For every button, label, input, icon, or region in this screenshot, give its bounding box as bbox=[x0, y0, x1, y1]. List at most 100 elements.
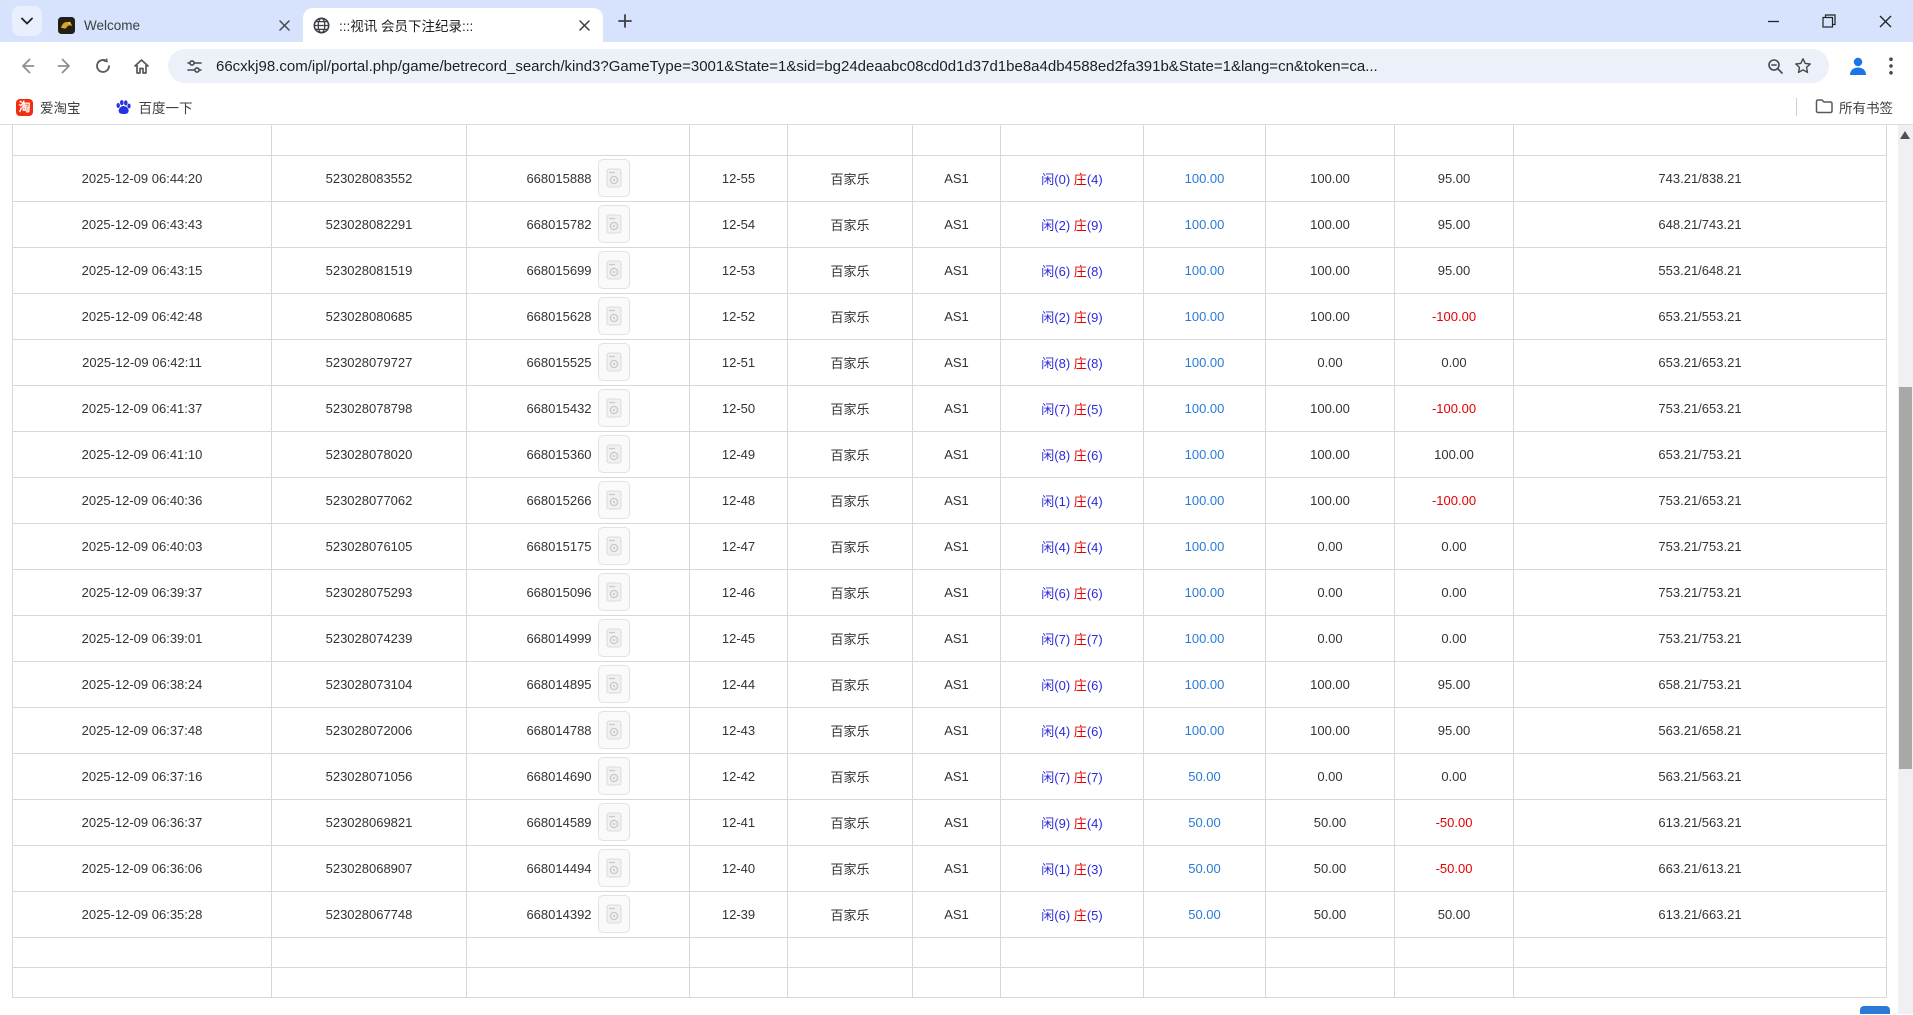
video-replay-icon[interactable] bbox=[598, 573, 630, 611]
bet-amount[interactable]: 50.00 bbox=[1144, 753, 1266, 799]
bet-amount[interactable]: 100.00 bbox=[1144, 247, 1266, 293]
restore-button[interactable] bbox=[1801, 0, 1857, 42]
bet-amount[interactable]: 100.00 bbox=[1144, 431, 1266, 477]
table-name: AS1 bbox=[913, 155, 1001, 201]
table-row: 2025-12-09 06:43:43 523028082291 6680157… bbox=[13, 201, 1887, 247]
tab-title: Welcome bbox=[84, 18, 267, 33]
round-no-cell: 668014999 bbox=[467, 615, 690, 661]
bet-amount[interactable]: 50.00 bbox=[1144, 891, 1266, 937]
url-text[interactable]: 66cxkj98.com/ipl/portal.php/game/betreco… bbox=[216, 58, 1753, 75]
tab-search-button[interactable] bbox=[12, 6, 42, 36]
table-name: AS1 bbox=[913, 661, 1001, 707]
back-to-top-button[interactable] bbox=[1860, 1006, 1890, 1014]
game-no: 12-52 bbox=[690, 293, 788, 339]
player-result: 闲(0) bbox=[1041, 678, 1070, 693]
bet-amount[interactable]: 100.00 bbox=[1144, 201, 1266, 247]
summary-row: 小计 18 1600.00 1150.00 325.00 bbox=[13, 937, 1887, 967]
video-replay-icon[interactable] bbox=[598, 251, 630, 289]
new-tab-button[interactable] bbox=[611, 7, 639, 35]
game-name: 百家乐 bbox=[788, 523, 913, 569]
video-replay-icon[interactable] bbox=[598, 297, 630, 335]
video-replay-icon[interactable] bbox=[598, 619, 630, 657]
video-replay-icon[interactable] bbox=[598, 849, 630, 887]
video-replay-icon[interactable] bbox=[598, 159, 630, 197]
player-result: 闲(2) bbox=[1041, 218, 1070, 233]
player-result: 闲(7) bbox=[1041, 402, 1070, 417]
back-button[interactable] bbox=[10, 49, 44, 83]
banker-count: (8) bbox=[1087, 356, 1103, 371]
reload-button[interactable] bbox=[86, 49, 120, 83]
tab-betrecord-close-icon[interactable] bbox=[575, 16, 593, 34]
bet-amount[interactable]: 100.00 bbox=[1144, 615, 1266, 661]
banker-result: 庄 bbox=[1074, 862, 1087, 877]
video-replay-icon[interactable] bbox=[598, 343, 630, 381]
balance: 753.21/653.21 bbox=[1514, 385, 1887, 431]
profile-icon[interactable] bbox=[1843, 51, 1873, 81]
video-replay-icon[interactable] bbox=[598, 757, 630, 795]
banker-count: (3) bbox=[1087, 862, 1103, 877]
video-replay-icon[interactable] bbox=[598, 803, 630, 841]
scrollbar-up-icon[interactable] bbox=[1900, 131, 1910, 139]
video-replay-icon[interactable] bbox=[598, 711, 630, 749]
video-replay-icon[interactable] bbox=[598, 527, 630, 565]
bet-amount[interactable]: 100.00 bbox=[1144, 707, 1266, 753]
bet-amount[interactable]: 50.00 bbox=[1144, 845, 1266, 891]
table-name: AS1 bbox=[913, 845, 1001, 891]
valid-amount: 0.00 bbox=[1266, 753, 1395, 799]
win-loss: 50.00 bbox=[1395, 891, 1514, 937]
valid-amount: 50.00 bbox=[1266, 845, 1395, 891]
banker-result: 庄 bbox=[1074, 310, 1087, 325]
bet-amount[interactable]: 100.00 bbox=[1144, 661, 1266, 707]
bet-amount[interactable]: 100.00 bbox=[1144, 293, 1266, 339]
balance: 563.21/563.21 bbox=[1514, 753, 1887, 799]
bookmark-baidu[interactable]: 百度一下 bbox=[111, 94, 197, 120]
bet-amount[interactable]: 100.00 bbox=[1144, 385, 1266, 431]
video-replay-icon[interactable] bbox=[598, 205, 630, 243]
bet-amount[interactable]: 100.00 bbox=[1144, 523, 1266, 569]
game-no: 12-51 bbox=[690, 339, 788, 385]
bet-time: 2025-12-09 06:38:24 bbox=[13, 661, 272, 707]
site-info-icon[interactable] bbox=[180, 52, 208, 80]
player-result: 闲(4) bbox=[1041, 724, 1070, 739]
bookmark-taobao[interactable]: 淘 爱淘宝 bbox=[12, 94, 85, 120]
menu-icon[interactable] bbox=[1877, 52, 1905, 80]
all-bookmarks-button[interactable]: 所有书签 bbox=[1811, 94, 1897, 120]
video-replay-icon[interactable] bbox=[598, 435, 630, 473]
forward-button[interactable] bbox=[48, 49, 82, 83]
bet-amount[interactable]: 100.00 bbox=[1144, 569, 1266, 615]
url-bar[interactable]: 66cxkj98.com/ipl/portal.php/game/betreco… bbox=[168, 49, 1829, 83]
valid-amount: 100.00 bbox=[1266, 293, 1395, 339]
star-icon[interactable] bbox=[1789, 52, 1817, 80]
zoom-icon[interactable] bbox=[1761, 52, 1789, 80]
summary-label: 小计 bbox=[13, 937, 272, 967]
scrollbar-thumb[interactable] bbox=[1899, 387, 1912, 769]
summary-row: 总计 18 1600.00 1150.00 325.00 bbox=[13, 967, 1887, 997]
video-replay-icon[interactable] bbox=[598, 481, 630, 519]
game-name: 百家乐 bbox=[788, 477, 913, 523]
result-cell: 闲(6) 庄(5) bbox=[1001, 891, 1144, 937]
home-button[interactable] bbox=[124, 49, 158, 83]
page-scrollbar[interactable] bbox=[1898, 125, 1913, 1014]
minimize-button[interactable] bbox=[1745, 0, 1801, 42]
bet-amount[interactable]: 100.00 bbox=[1144, 339, 1266, 385]
close-button[interactable] bbox=[1857, 0, 1913, 42]
bet-amount[interactable]: 50.00 bbox=[1144, 799, 1266, 845]
tab-betrecord[interactable]: :::视讯 会员下注纪录::: bbox=[303, 8, 603, 42]
video-replay-icon[interactable] bbox=[598, 665, 630, 703]
bet-amount[interactable]: 100.00 bbox=[1144, 155, 1266, 201]
player-result: 闲(2) bbox=[1041, 310, 1070, 325]
round-no: 668015360 bbox=[526, 447, 591, 462]
table-name: AS1 bbox=[913, 201, 1001, 247]
summary-winloss-total: 325.00 bbox=[1395, 937, 1514, 967]
bet-time: 2025-12-09 06:36:06 bbox=[13, 845, 272, 891]
round-no: 668015432 bbox=[526, 401, 591, 416]
tab-welcome-close-icon[interactable] bbox=[275, 16, 293, 34]
video-replay-icon[interactable] bbox=[598, 389, 630, 427]
video-replay-icon[interactable] bbox=[598, 895, 630, 933]
tab-welcome[interactable]: Welcome bbox=[48, 8, 303, 42]
player-result: 闲(4) bbox=[1041, 540, 1070, 555]
game-name: 百家乐 bbox=[788, 293, 913, 339]
table-row: 2025-12-09 06:36:37 523028069821 6680145… bbox=[13, 799, 1887, 845]
banker-count: (5) bbox=[1087, 908, 1103, 923]
bet-amount[interactable]: 100.00 bbox=[1144, 477, 1266, 523]
